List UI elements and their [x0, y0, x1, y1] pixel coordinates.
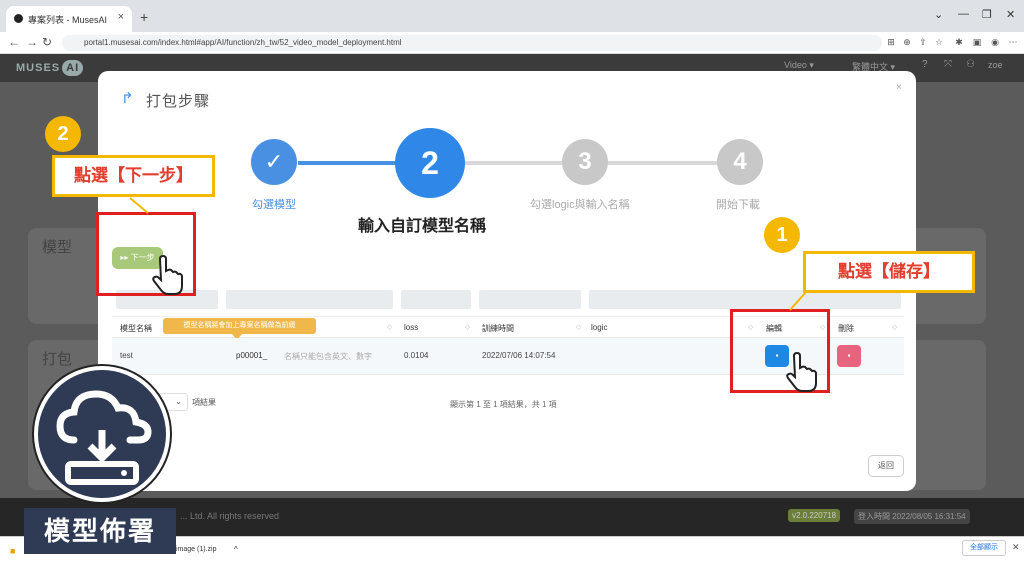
deployment-badge-label: 模型佈署	[24, 508, 176, 554]
annotation-label-next: 點選【下一步】	[52, 155, 215, 197]
cloud-download-icon	[56, 390, 152, 485]
annotation-step-2-circle: 2	[45, 116, 81, 152]
deployment-badge	[34, 366, 170, 502]
hand-pointer-icon	[152, 255, 183, 295]
hand-pointer-icon	[786, 352, 817, 392]
annotation-step-1-circle: 1	[764, 217, 800, 253]
annotation-label-save: 點選【儲存】	[803, 251, 975, 293]
